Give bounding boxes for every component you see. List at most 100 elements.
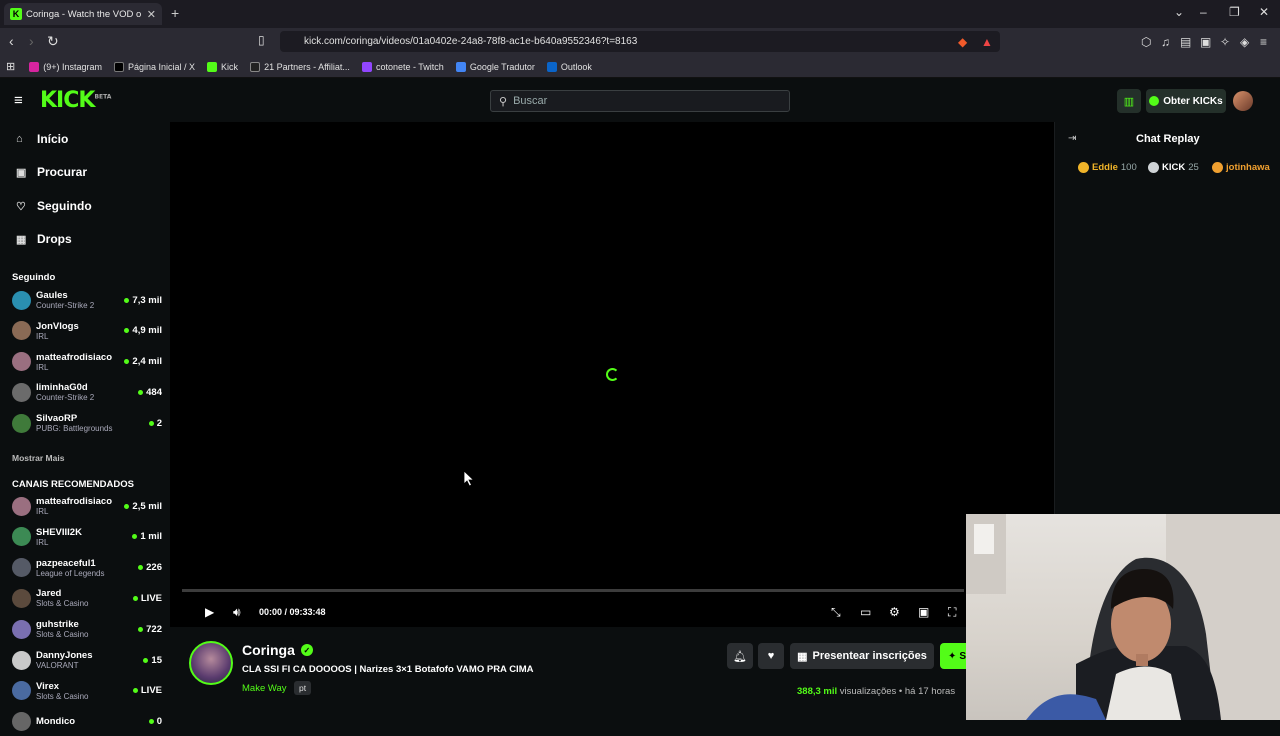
collapse-chat-icon[interactable]: ⇥ [1068,133,1076,144]
channel-category: Slots & Casino [36,691,89,701]
following-heading: Seguindo [12,272,56,283]
close-tab-icon[interactable]: ✕ [147,8,156,21]
sidebar-channel-liminhag0d[interactable]: liminhaG0d Counter-Strike 2 484 [12,378,162,406]
live-dot-icon [138,626,144,632]
sidebar-channel-jonvlogs[interactable]: JonVlogs IRL 4,9 mil [12,317,162,345]
viewer-count: 7,3 mil [124,295,162,306]
settings-icon[interactable]: ⚙︎ [889,605,900,619]
progress-bar[interactable] [182,589,964,592]
hamburger-menu-icon[interactable]: ≡ [14,92,23,109]
forward-icon[interactable]: › [29,33,34,49]
sidebar-channel-silvaorp[interactable]: SilvaoRP PUBG: Battlegrounds 2 [12,409,162,437]
notification-bell-button[interactable]: 🔔︎ [727,643,753,669]
nav-browse[interactable]: ▣ Procurar [16,165,87,179]
gift-subs-button[interactable]: ▦ Presentear inscrições [790,643,934,669]
language-tag[interactable]: pt [294,681,312,695]
kicks-coin-icon [1149,96,1160,106]
search-input[interactable]: ⚲ Buscar [490,90,790,112]
sidebar-channel-jared[interactable]: Jared Slots & Casino LIVE [12,584,162,612]
nav-drops[interactable]: ▦ Drops [16,232,72,246]
music-icon[interactable]: ♫ [1161,35,1170,49]
maximize-icon[interactable]: ❐ [1229,5,1240,19]
channel-text: SHEVIII2K IRL [36,527,132,547]
vpn-icon[interactable]: ◈ [1240,35,1249,49]
bookmark-google-translate[interactable]: Google Tradutor [455,61,535,72]
channel-category: IRL [36,331,49,341]
top-gifter[interactable]: jotinhawa [1212,162,1272,173]
beta-badge: BETA [94,93,112,101]
favorite-button[interactable]: ♥ [758,643,784,669]
nav-home[interactable]: ⌂ Início [16,132,68,146]
bookmark-21-partners[interactable]: 21 Partners - Affiliat... [250,61,350,72]
clip-icon[interactable]: ⤡ [831,605,841,620]
streamer-name[interactable]: Coringa [242,642,295,658]
volume-icon[interactable]: 🔊︎ [233,605,241,620]
reload-icon[interactable]: ↻ [47,33,59,50]
live-dot-icon [132,534,138,540]
new-tab-button[interactable]: + [171,5,179,21]
chat-title: Chat Replay [1136,133,1200,145]
url-field[interactable]: kick.com/coringa/videos/01a0402e-24a8-78… [280,31,1000,52]
extensions-icon[interactable]: ⬡ [1141,35,1151,49]
fullscreen-icon[interactable]: ⛶ [948,605,956,620]
pip-icon[interactable]: ▣ [918,605,929,619]
menu-icon[interactable]: ≡ [1260,35,1267,49]
get-kicks-button[interactable]: Obter KICKs [1146,89,1226,113]
chat-panel [1054,122,1280,514]
ai-icon[interactable]: ✧ [1220,35,1230,49]
bookmark-icon[interactable]: ▯ [258,33,265,47]
sidebar-channel-guhstrike[interactable]: guhstrike Slots & Casino 722 [12,615,162,643]
bookmark-kick[interactable]: Kick [207,61,238,72]
browser-tab[interactable]: K Coringa - Watch the VOD on ✕ [4,3,162,25]
theater-icon[interactable]: ▭ [860,605,871,619]
channel-text: Jared Slots & Casino [36,588,133,608]
viewer-count: 0 [148,716,162,727]
bookmark-x[interactable]: Página Inicial / X [114,61,195,72]
stream-category[interactable]: Make Way [242,683,287,694]
sidebar-channel-virex[interactable]: Virex Slots & Casino LIVE [12,677,162,705]
sidebar-channel-matteafrodisiaco[interactable]: matteafrodisiaco IRL 2,4 mil [12,348,162,376]
streamer-avatar[interactable] [189,641,233,685]
top-gifter[interactable]: KICK 25 [1148,162,1199,173]
stream-title: CLA SSI FI CA DOOOOS | Narizes 3×1 Botaf… [242,664,534,675]
badge-icon [1148,162,1159,173]
brave-shield-icon[interactable]: ◆ [958,35,967,49]
top-gifter[interactable]: Eddie 100 [1078,162,1137,173]
sidebar-channel-gaules[interactable]: Gaules Counter-Strike 2 7,3 mil [12,286,162,314]
sidebar-channel-dannyjones[interactable]: DannyJones VALORANT 15 [12,646,162,674]
bookmark-instagram[interactable]: (9+) Instagram [29,61,102,72]
channel-avatar [12,382,31,402]
nav-following[interactable]: ♡ Seguindo [16,199,92,213]
bookmark-twitch[interactable]: cotonete - Twitch [361,61,444,72]
leaderboard-icon[interactable]: ▥ [1117,89,1141,113]
play-icon[interactable]: ▶ [205,605,214,619]
user-avatar[interactable] [1233,91,1253,111]
tab-list-icon[interactable]: ⌄ [1174,5,1184,19]
sidebar-channel-sheviii2k[interactable]: SHEVIII2K IRL 1 mil [12,523,162,551]
channel-name: Virex [36,680,60,692]
sidebar-channel-pazpeaceful1[interactable]: pazpeaceful1 League of Legends 226 [12,554,162,582]
channel-avatar [12,496,31,516]
instagram-icon [29,61,40,72]
show-more-link[interactable]: Mostrar Mais [12,453,64,463]
sidebar-channel-mondico[interactable]: Mondico 0 [12,708,162,736]
minimize-icon[interactable]: – [1200,5,1207,19]
apps-icon[interactable]: ⊞ [6,60,15,73]
rewards-icon[interactable]: ▲ [981,35,993,49]
viewer-count: 2,4 mil [124,356,162,367]
close-window-icon[interactable]: ✕ [1259,5,1269,19]
sidebar-channel-matteafrodisiaco[interactable]: matteafrodisiaco IRL 2,5 mil [12,492,162,520]
channel-category: IRL [36,362,49,372]
channel-name: DannyJones [36,650,93,661]
viewer-count: 2 [148,418,162,429]
search-placeholder: Buscar [513,95,548,107]
wallet-icon[interactable]: ▣ [1200,35,1211,49]
sidebar-icon[interactable]: ▤ [1180,35,1191,49]
bell-icon: 🔔︎ [733,650,747,663]
kick-logo[interactable]: KICKBETA [40,88,111,113]
bookmark-outlook[interactable]: Outlook [546,61,592,72]
back-icon[interactable]: ‹ [9,33,14,49]
channel-avatar [12,650,31,670]
kick-favicon-icon: K [10,8,22,20]
channel-category: Counter-Strike 2 [36,301,95,310]
